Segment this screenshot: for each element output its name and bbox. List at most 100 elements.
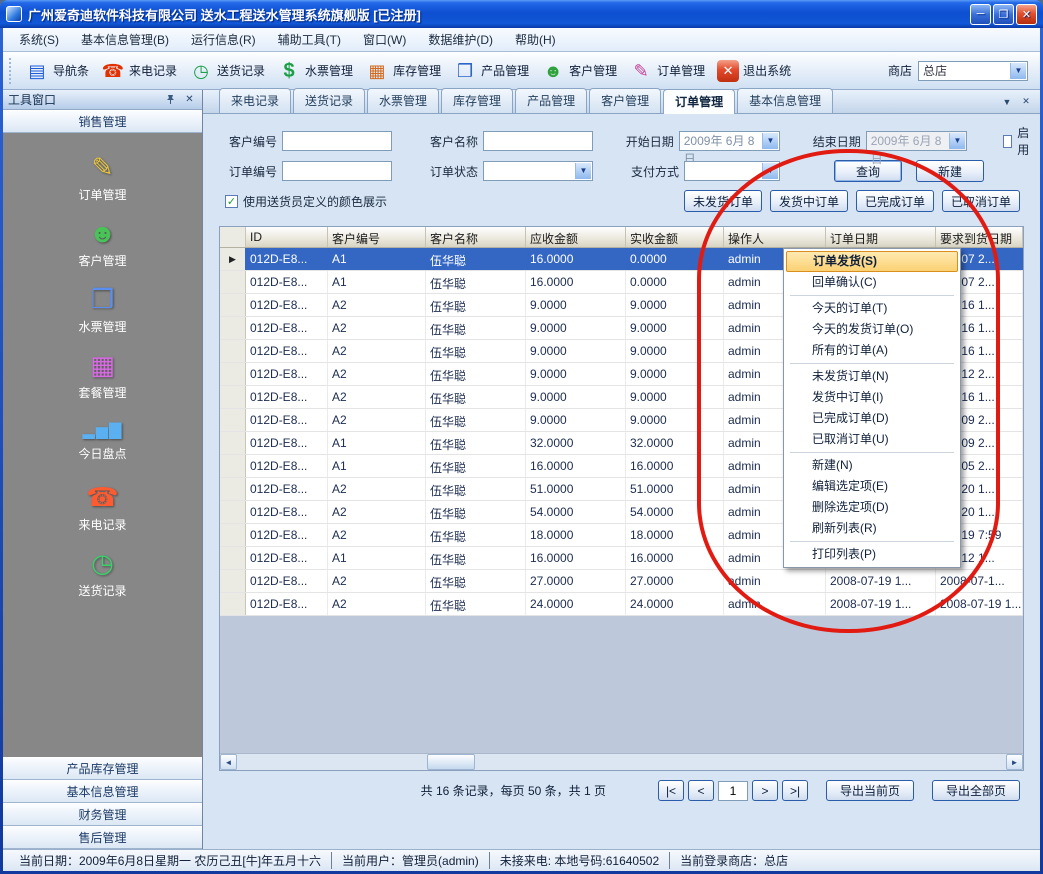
sidebar-section[interactable]: 产品库存管理 bbox=[3, 757, 202, 780]
context-menu-item[interactable]: 新建(N) bbox=[786, 455, 958, 476]
order-status-select[interactable]: ▼ bbox=[483, 161, 593, 181]
context-menu-item[interactable]: 刷新列表(R) bbox=[786, 518, 958, 539]
context-menu-item[interactable]: 删除选定项(D) bbox=[786, 497, 958, 518]
tab[interactable]: 产品管理 bbox=[515, 88, 587, 113]
toolbar-button[interactable]: ◷ 送货记录 bbox=[183, 56, 271, 86]
order-status-filter-button[interactable]: 已完成订单 bbox=[856, 190, 934, 212]
row-selector bbox=[220, 478, 246, 500]
customer-name-label: 客户名称 bbox=[420, 133, 478, 150]
toolbar-button[interactable]: ▦ 库存管理 bbox=[359, 56, 447, 86]
context-menu-item[interactable]: 编辑选定项(E) bbox=[786, 476, 958, 497]
last-page-button[interactable]: >| bbox=[782, 780, 808, 801]
sidebar-item[interactable]: ☎ 来电记录 bbox=[3, 475, 202, 541]
cell-received-amount: 9.0000 bbox=[626, 317, 724, 339]
tab[interactable]: 基本信息管理 bbox=[737, 88, 833, 113]
export-current-page-button[interactable]: 导出当前页 bbox=[826, 780, 914, 801]
menu-bar-item[interactable]: 运行信息(R) bbox=[181, 27, 266, 52]
order-status-filter-button[interactable]: 发货中订单 bbox=[770, 190, 848, 212]
sidebar-section[interactable]: 售后管理 bbox=[3, 826, 202, 849]
store-select[interactable]: 总店 ▼ bbox=[918, 61, 1028, 81]
new-button[interactable]: 新建 bbox=[916, 160, 984, 182]
context-menu-item[interactable]: 今天的订单(T) bbox=[786, 298, 958, 319]
customer-name-input[interactable] bbox=[483, 131, 593, 151]
order-code-input[interactable] bbox=[282, 161, 392, 181]
context-menu-item[interactable]: 订单发货(S) bbox=[786, 251, 958, 272]
order-status-filter-button[interactable]: 已取消订单 bbox=[942, 190, 1020, 212]
context-menu-item[interactable]: 发货中订单(I) bbox=[786, 387, 958, 408]
grid-column-header[interactable]: 订单日期 bbox=[826, 227, 936, 247]
grid-column-header[interactable]: 实收金额 bbox=[626, 227, 724, 247]
tab[interactable]: 水票管理 bbox=[367, 88, 439, 113]
tab[interactable]: 送货记录 bbox=[293, 88, 365, 113]
menu-bar-item[interactable]: 数据维护(D) bbox=[418, 27, 503, 52]
next-page-button[interactable]: > bbox=[752, 780, 778, 801]
pin-icon[interactable] bbox=[163, 92, 178, 107]
grid-column-header[interactable]: 操作人 bbox=[724, 227, 826, 247]
grid-column-header[interactable]: 客户名称 bbox=[426, 227, 526, 247]
menu-bar-item[interactable]: 基本信息管理(B) bbox=[71, 27, 179, 52]
grid-column-header[interactable]: 要求到货日期 bbox=[936, 227, 1023, 247]
menu-bar-item[interactable]: 辅助工具(T) bbox=[268, 27, 351, 52]
order-status-filter-button[interactable]: 未发货订单 bbox=[684, 190, 762, 212]
horizontal-scrollbar[interactable]: ◄ ► bbox=[220, 753, 1023, 770]
context-menu-item[interactable]: 已完成订单(D) bbox=[786, 408, 958, 429]
start-date-picker[interactable]: 2009年 6月 8日 ▼ bbox=[679, 131, 780, 151]
table-row[interactable]: 012D-E8... A2 伍华聪 27.0000 27.0000 admin … bbox=[220, 570, 1023, 593]
sidebar-section[interactable]: 财务管理 bbox=[3, 803, 202, 826]
minimize-button[interactable]: ─ bbox=[970, 4, 991, 25]
context-menu-item[interactable]: 未发货订单(N) bbox=[786, 366, 958, 387]
row-selector bbox=[220, 340, 246, 362]
scrollbar-thumb[interactable] bbox=[427, 754, 475, 770]
sidebar-section[interactable]: 基本信息管理 bbox=[3, 780, 202, 803]
cell-received-amount: 0.0000 bbox=[626, 271, 724, 293]
tool-window-close-icon[interactable]: ✕ bbox=[182, 92, 197, 107]
menu-bar-item[interactable]: 系统(S) bbox=[9, 27, 69, 52]
toolbar-button[interactable]: $ 水票管理 bbox=[271, 56, 359, 86]
context-menu-item[interactable]: 已取消订单(U) bbox=[786, 429, 958, 450]
context-menu-item[interactable]: 打印列表(P) bbox=[786, 544, 958, 565]
page-number-input[interactable] bbox=[718, 781, 748, 801]
maximize-button[interactable]: ❐ bbox=[993, 4, 1014, 25]
menu-bar-item[interactable]: 窗口(W) bbox=[353, 27, 416, 52]
enable-checkbox[interactable] bbox=[1003, 135, 1012, 148]
sidebar-item[interactable]: ❒ 水票管理 bbox=[3, 277, 202, 343]
customer-code-input[interactable] bbox=[282, 131, 392, 151]
sidebar-item[interactable]: ☻ 客户管理 bbox=[3, 211, 202, 277]
context-menu-item[interactable]: 回单确认(C) bbox=[786, 272, 958, 293]
color-checkbox[interactable]: ✓ bbox=[225, 195, 238, 208]
tab-close-icon[interactable]: ✕ bbox=[1018, 94, 1034, 109]
tab[interactable]: 客户管理 bbox=[589, 88, 661, 113]
menu-bar-item[interactable]: 帮助(H) bbox=[505, 27, 566, 52]
pay-method-select[interactable]: ▼ bbox=[684, 161, 780, 181]
first-page-button[interactable]: |< bbox=[658, 780, 684, 801]
tab-list-dropdown-icon[interactable]: ▼ bbox=[999, 94, 1015, 109]
tab[interactable]: 库存管理 bbox=[441, 88, 513, 113]
query-button[interactable]: 查询 bbox=[834, 160, 902, 182]
close-button[interactable]: ✕ bbox=[1016, 4, 1037, 25]
scroll-right-icon[interactable]: ► bbox=[1006, 754, 1023, 770]
sidebar-item[interactable]: ✎ 订单管理 bbox=[3, 145, 202, 211]
sidebar-item[interactable]: ▂▅▇ 今日盘点 bbox=[3, 409, 202, 475]
context-menu-item[interactable]: 今天的发货订单(O) bbox=[786, 319, 958, 340]
context-menu-item[interactable]: 所有的订单(A) bbox=[786, 340, 958, 361]
sidebar-section-sales[interactable]: 销售管理 bbox=[3, 110, 202, 133]
tab[interactable]: 订单管理 bbox=[663, 89, 735, 114]
table-row[interactable]: 012D-E8... A2 伍华聪 24.0000 24.0000 admin … bbox=[220, 593, 1023, 616]
tab[interactable]: 来电记录 bbox=[219, 88, 291, 113]
toolbar-button[interactable]: ▤ 导航条 bbox=[19, 56, 95, 86]
toolbar-button[interactable]: ✎ 订单管理 bbox=[623, 56, 711, 86]
scroll-left-icon[interactable]: ◄ bbox=[220, 754, 237, 770]
export-all-pages-button[interactable]: 导出全部页 bbox=[932, 780, 1020, 801]
sidebar-item[interactable]: ◷ 送货记录 bbox=[3, 541, 202, 607]
grid-column-header[interactable]: 应收金额 bbox=[526, 227, 626, 247]
grid-column-header[interactable]: 客户编号 bbox=[328, 227, 426, 247]
toolbar-button[interactable]: ☎ 来电记录 bbox=[95, 56, 183, 86]
end-date-picker[interactable]: 2009年 6月 8日 ▼ bbox=[866, 131, 967, 151]
toolbar-button[interactable]: ☻ 客户管理 bbox=[535, 56, 623, 86]
toolbar-button[interactable]: ❒ 产品管理 bbox=[447, 56, 535, 86]
prev-page-button[interactable]: < bbox=[688, 780, 714, 801]
scrollbar-track[interactable] bbox=[237, 754, 1006, 770]
toolbar-button[interactable]: ✕ 退出系统 bbox=[711, 57, 797, 85]
grid-column-header[interactable]: ID bbox=[246, 227, 328, 247]
sidebar-item[interactable]: ▦ 套餐管理 bbox=[3, 343, 202, 409]
